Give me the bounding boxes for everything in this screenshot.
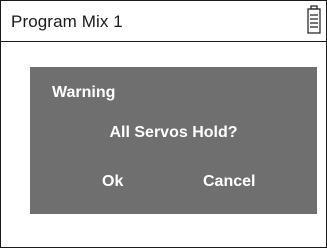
warning-dialog: Warning All Servos Hold? Ok Cancel [30, 67, 317, 214]
header-bar: Program Mix 1 [1, 1, 326, 42]
battery-icon [307, 5, 321, 35]
dialog-message: All Servos Hold? [109, 124, 238, 141]
device-screen: Program Mix 1 Warning All Servos Hold? O… [0, 0, 327, 248]
dialog-title: Warning [52, 84, 116, 101]
page-title: Program Mix 1 [11, 12, 123, 31]
cancel-button[interactable]: Cancel [203, 173, 255, 191]
ok-button[interactable]: Ok [102, 173, 123, 191]
